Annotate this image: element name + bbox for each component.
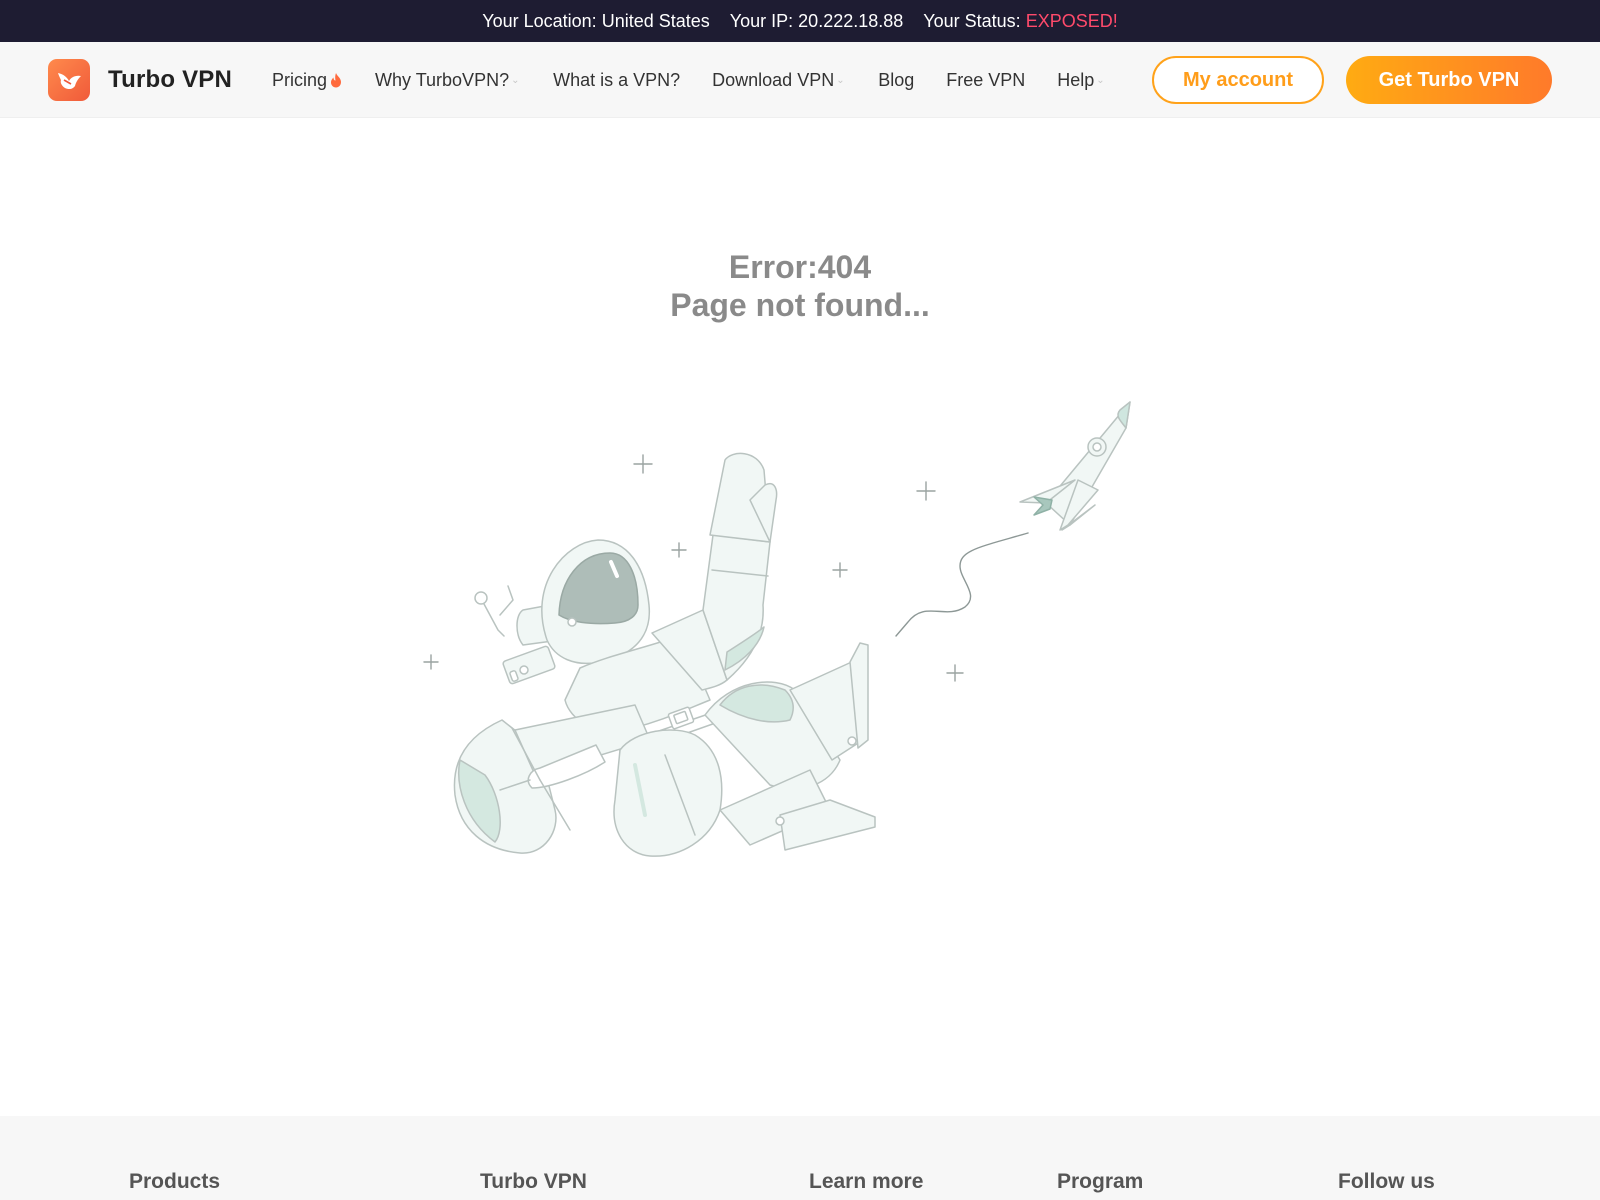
ip-info: Your IP: 20.222.18.88 <box>730 11 904 32</box>
nav-item-label: Why TurboVPN? <box>375 69 510 90</box>
nav-item-blog[interactable]: Blog <box>878 70 914 91</box>
error-message-block: Error:404 Page not found... <box>0 248 1600 324</box>
location-label: Your Location: <box>482 10 597 31</box>
nav-item-label: What is a VPN? <box>553 69 681 90</box>
rocket-icon <box>1019 401 1131 531</box>
footer-heading-program: Program <box>1057 1170 1144 1193</box>
astronaut-rocket-illustration <box>420 390 1180 900</box>
nav-item-why-turbovpn[interactable]: Why TurboVPN? ⌄ <box>375 70 521 91</box>
nav-item-label: Blog <box>878 69 915 90</box>
astronaut-icon <box>453 452 876 857</box>
chevron-down-icon: ⌄ <box>511 75 520 86</box>
nav-item-label: Download VPN <box>712 69 835 90</box>
footer-heading-turbo-vpn: Turbo VPN <box>480 1170 587 1193</box>
get-turbo-vpn-button[interactable]: Get Turbo VPN <box>1346 56 1552 104</box>
footer-heading-follow-us: Follow us <box>1338 1170 1435 1193</box>
chevron-down-icon: ⌄ <box>836 75 845 86</box>
nav-item-label: Free VPN <box>946 69 1026 90</box>
my-account-button[interactable]: My account <box>1152 56 1324 104</box>
location-info: Your Location: United States <box>482 11 710 32</box>
status-bar: Your Location: United States Your IP: 20… <box>0 0 1600 42</box>
nav-item-pricing[interactable]: Pricing <box>272 70 343 91</box>
footer-heading-products: Products <box>129 1170 221 1193</box>
site-footer: Products Turbo VPN Learn more Program Fo… <box>0 1116 1600 1200</box>
nav-item-label: Pricing <box>272 69 328 90</box>
ip-value: 20.222.18.88 <box>798 10 904 31</box>
fire-icon <box>329 72 343 88</box>
brand-logo-link[interactable]: Turbo VPN <box>48 59 232 101</box>
error-code: Error:404 <box>728 249 872 285</box>
error-description: Page not found... <box>670 287 930 323</box>
nav-item-free-vpn[interactable]: Free VPN <box>946 70 1025 91</box>
main-nav: Pricing Why TurboVPN? ⌄ What is a VPN? D… <box>272 42 1138 118</box>
nav-item-label: Help <box>1057 69 1095 90</box>
turbo-rabbit-logo-icon <box>48 59 90 101</box>
status-label: Your Status: <box>923 10 1021 31</box>
nav-item-what-is-vpn[interactable]: What is a VPN? <box>553 70 680 91</box>
nav-item-download-vpn[interactable]: Download VPN ⌄ <box>712 70 846 91</box>
brand-name: Turbo VPN <box>108 66 233 93</box>
ip-label: Your IP: <box>729 10 794 31</box>
site-header: Turbo VPN Pricing Why TurboVPN? ⌄ What i… <box>0 42 1600 118</box>
status-value: EXPOSED! <box>1025 10 1118 31</box>
chevron-down-icon: ⌄ <box>1096 75 1105 86</box>
nav-item-help[interactable]: Help ⌄ <box>1057 70 1106 91</box>
status-info: Your Status: EXPOSED! <box>923 11 1117 32</box>
location-value: United States <box>601 10 710 31</box>
footer-heading-learn-more: Learn more <box>809 1170 924 1193</box>
